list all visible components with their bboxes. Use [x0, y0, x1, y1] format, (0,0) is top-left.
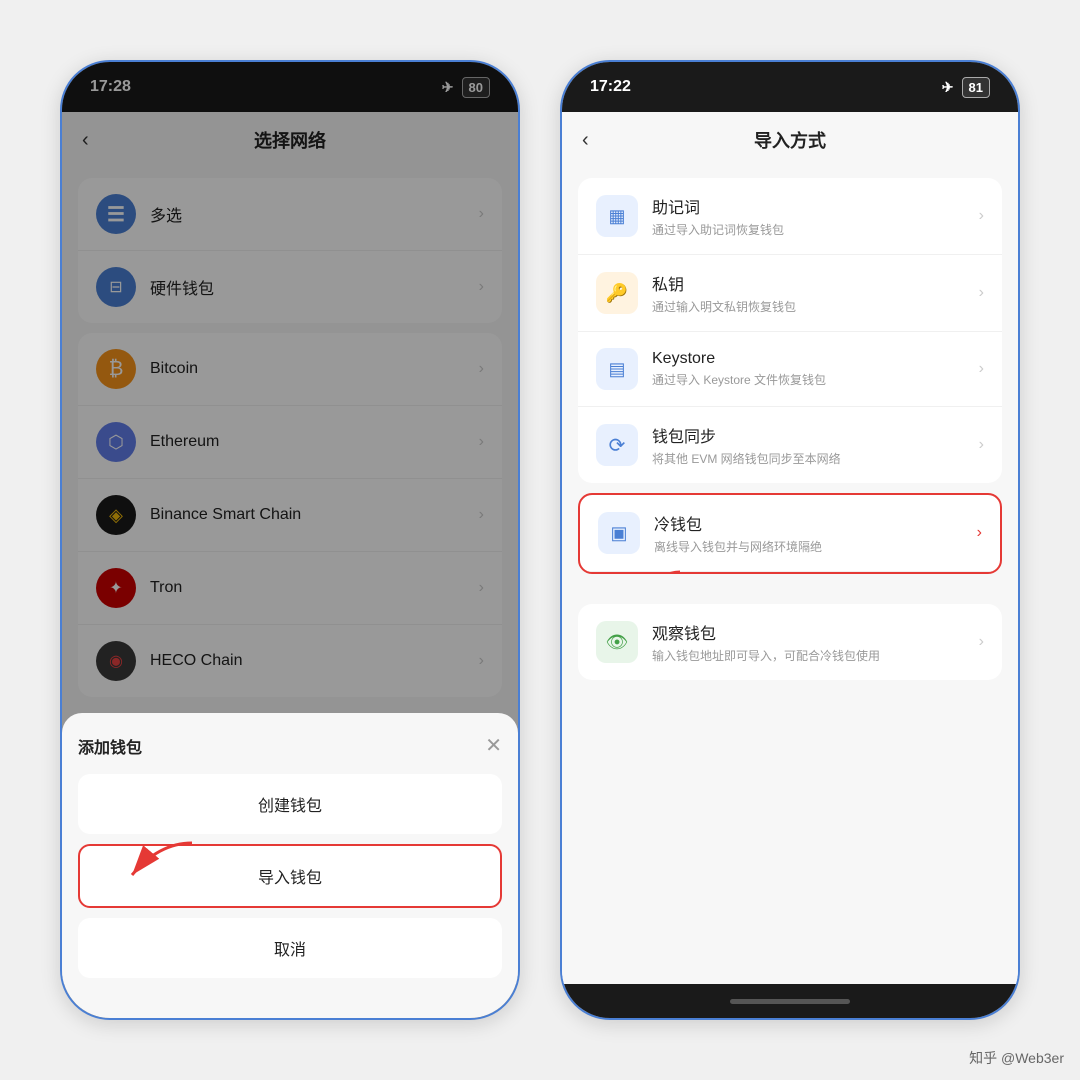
privatekey-desc: 通过输入明文私钥恢复钱包 — [652, 298, 979, 315]
right-home-indicator — [562, 984, 1018, 1018]
watch-chevron: › — [979, 633, 984, 651]
mnemonic-title: 助记词 — [652, 194, 979, 218]
sheet-title: 添加钱包 — [78, 734, 142, 758]
red-arrow-right — [610, 562, 690, 574]
cold-icon: ▣ — [598, 512, 640, 554]
right-back-button[interactable]: ‹ — [582, 129, 589, 152]
close-button[interactable]: ✕ — [485, 733, 502, 758]
watch-icon: 👁 — [596, 621, 638, 663]
watch-desc: 输入钱包地址即可导入，可配合冷钱包使用 — [652, 647, 979, 664]
walletsync-text: 钱包同步 将其他 EVM 网络钱包同步至本网络 — [652, 423, 979, 467]
mnemonic-text: 助记词 通过导入助记词恢复钱包 — [652, 194, 979, 238]
keystore-chevron: › — [979, 360, 984, 378]
import-method-list: ▦ 助记词 通过导入助记词恢复钱包 › 🔑 私钥 通过输入明文私钥恢复钱包 › — [562, 168, 1018, 984]
walletsync-icon: ⟳ — [596, 424, 638, 466]
right-home-bar — [730, 999, 850, 1004]
privatekey-text: 私钥 通过输入明文私钥恢复钱包 — [652, 271, 979, 315]
keystore-icon: ▤ — [596, 348, 638, 390]
method-item-walletsync[interactable]: ⟳ 钱包同步 将其他 EVM 网络钱包同步至本网络 › — [578, 407, 1002, 483]
method-item-cold[interactable]: ▣ 冷钱包 离线导入钱包并与网络环境隔绝 › — [580, 495, 1000, 572]
walletsync-desc: 将其他 EVM 网络钱包同步至本网络 — [652, 450, 979, 467]
right-page-header: ‹ 导入方式 — [562, 112, 1018, 168]
cancel-button[interactable]: 取消 — [78, 918, 502, 978]
walletsync-chevron: › — [979, 436, 984, 454]
watch-text: 观察钱包 输入钱包地址即可导入，可配合冷钱包使用 — [652, 620, 979, 664]
right-phone: 17:22 ✈ 81 ‹ 导入方式 ▦ 助记词 通过导入助记词恢复钱包 › — [560, 60, 1020, 1020]
create-wallet-button[interactable]: 创建钱包 — [78, 774, 502, 834]
cold-chevron: › — [977, 524, 982, 542]
time-right: 17:22 — [590, 78, 631, 96]
right-phone-content: ‹ 导入方式 ▦ 助记词 通过导入助记词恢复钱包 › 🔑 私钥 — [562, 112, 1018, 984]
walletsync-title: 钱包同步 — [652, 423, 979, 447]
method-item-mnemonic[interactable]: ▦ 助记词 通过导入助记词恢复钱包 › — [578, 178, 1002, 255]
privatekey-title: 私钥 — [652, 271, 979, 295]
mnemonic-icon: ▦ — [596, 195, 638, 237]
cold-desc: 离线导入钱包并与网络环境隔绝 — [654, 538, 977, 555]
cold-wallet-card: ▣ 冷钱包 离线导入钱包并与网络环境隔绝 › — [578, 493, 1002, 574]
method-card-standard: ▦ 助记词 通过导入助记词恢复钱包 › 🔑 私钥 通过输入明文私钥恢复钱包 › — [578, 178, 1002, 483]
airplane-icon-right: ✈ — [942, 79, 954, 96]
method-item-keystore[interactable]: ▤ Keystore 通过导入 Keystore 文件恢复钱包 › — [578, 332, 1002, 407]
cold-text: 冷钱包 离线导入钱包并与网络环境隔绝 — [654, 511, 977, 555]
battery-right: 81 — [962, 77, 990, 98]
arrow-annotation-left — [122, 833, 202, 888]
method-item-privatekey[interactable]: 🔑 私钥 通过输入明文私钥恢复钱包 › — [578, 255, 1002, 332]
watch-title: 观察钱包 — [652, 620, 979, 644]
red-arrow-left — [122, 833, 202, 883]
sheet-header: 添加钱包 ✕ — [78, 733, 502, 758]
keystore-title: Keystore — [652, 350, 979, 368]
keystore-desc: 通过导入 Keystore 文件恢复钱包 — [652, 371, 979, 388]
right-arrow-annotation — [610, 562, 690, 574]
status-bar-right: 17:22 ✈ 81 — [562, 62, 1018, 112]
mnemonic-chevron: › — [979, 207, 984, 225]
cold-title: 冷钱包 — [654, 511, 977, 535]
mnemonic-desc: 通过导入助记词恢复钱包 — [652, 221, 979, 238]
method-item-watch[interactable]: 👁 观察钱包 输入钱包地址即可导入，可配合冷钱包使用 › — [578, 604, 1002, 680]
status-right-right: ✈ 81 — [942, 77, 990, 98]
privatekey-icon: 🔑 — [596, 272, 638, 314]
watermark: 知乎 @Web3er — [969, 1048, 1064, 1068]
right-page-title: 导入方式 — [754, 127, 826, 153]
watch-wallet-card: 👁 观察钱包 输入钱包地址即可导入，可配合冷钱包使用 › — [578, 604, 1002, 680]
keystore-text: Keystore 通过导入 Keystore 文件恢复钱包 — [652, 350, 979, 388]
privatekey-chevron: › — [979, 284, 984, 302]
left-phone: 17:28 ✈ 80 ‹ 选择网络 ☰ 多选 › ⊟ 硬件钱包 › — [60, 60, 520, 1020]
